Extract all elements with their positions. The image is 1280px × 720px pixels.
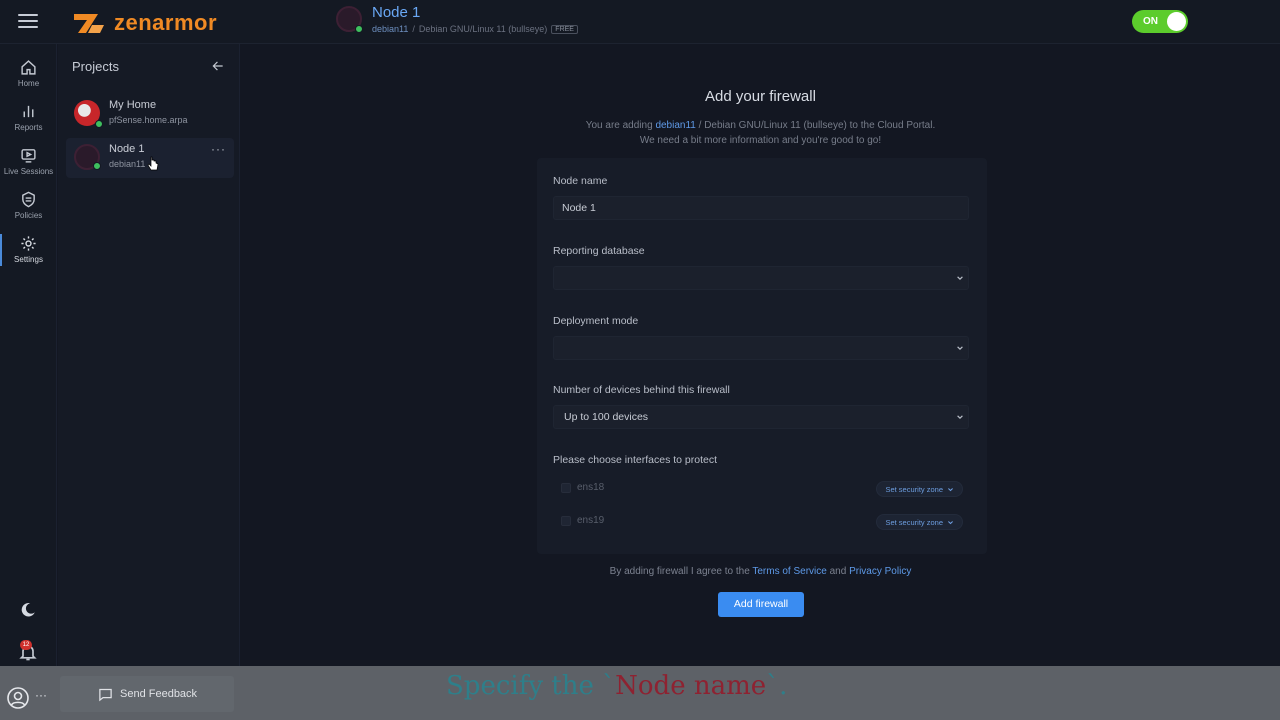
privacy-policy-link[interactable]: Privacy Policy <box>849 566 911 577</box>
add-firewall-button[interactable]: Add firewall <box>718 592 804 617</box>
chevron-down-icon <box>948 520 953 524</box>
desc-line-2: We need a bit more information and you'r… <box>639 135 882 146</box>
send-feedback-button[interactable]: Send Feedback <box>60 676 234 712</box>
interface-name: ens19 <box>577 515 605 526</box>
set-security-zone-button[interactable]: Set security zone <box>876 514 963 530</box>
gear-icon <box>21 236 36 251</box>
interface-row-ens19: ens19 Set security zone <box>553 511 969 533</box>
zone-button-label: Set security zone <box>885 517 943 527</box>
deployment-mode-label: Deployment mode <box>553 315 639 327</box>
form-title: Add your firewall <box>705 88 816 105</box>
agree-and: and <box>826 566 850 577</box>
desc-prefix: You are adding <box>585 120 656 131</box>
rail-label-reports: Reports <box>14 123 43 132</box>
rail-item-settings[interactable]: Settings <box>0 235 57 264</box>
node-avatar <box>336 6 363 33</box>
online-status-dot <box>355 25 363 33</box>
user-account-icon[interactable] <box>6 686 30 710</box>
play-screen-icon <box>21 149 36 163</box>
project-name: My Home <box>109 99 157 111</box>
interface-checkbox[interactable] <box>561 516 571 526</box>
hamburger-menu-icon[interactable] <box>18 14 38 30</box>
debian-avatar <box>74 144 101 170</box>
chevron-down-icon <box>957 346 963 351</box>
terms-of-service-link[interactable]: Terms of Service <box>752 566 826 577</box>
rail-item-reports[interactable]: Reports <box>0 103 57 132</box>
form-description: You are adding debian11 / Debian GNU/Lin… <box>241 118 1280 148</box>
main-content: Add your firewall You are adding debian1… <box>241 44 1280 666</box>
interface-name: ens18 <box>577 482 605 493</box>
brand-logo[interactable]: zenarmor <box>72 10 217 36</box>
chevron-down-icon <box>957 276 963 281</box>
user-more-icon[interactable]: ··· <box>35 688 47 702</box>
power-toggle[interactable]: ON <box>1132 10 1188 33</box>
rail-label-live-sessions: Live Sessions <box>3 167 54 176</box>
interfaces-label: Please choose interfaces to protect <box>553 454 718 466</box>
devices-count-value: Up to 100 devices <box>564 411 649 423</box>
pfsense-avatar <box>74 100 103 128</box>
shield-icon <box>22 191 35 208</box>
rail-item-policies[interactable]: Policies <box>0 191 57 220</box>
top-bar: zenarmor Node 1 debian11 / Debian GNU/Li… <box>0 0 1280 44</box>
node-hostname: debian11 <box>372 24 409 34</box>
rail-label-policies: Policies <box>14 211 43 220</box>
node-separator: / <box>412 24 415 34</box>
set-security-zone-button[interactable]: Set security zone <box>876 481 963 497</box>
caption-prefix: Specify the ` <box>446 671 616 701</box>
node-os: Debian GNU/Linux 11 (bullseye) <box>418 24 548 34</box>
dark-mode-moon-icon[interactable] <box>19 601 37 619</box>
left-navigation-rail: Home Reports Live Sessions Policies Sett… <box>0 44 57 666</box>
online-status-dot <box>93 162 101 170</box>
devices-count-select[interactable]: Up to 100 devices <box>553 405 969 429</box>
projects-title: Projects <box>72 59 119 74</box>
toggle-knob <box>1167 12 1186 31</box>
reporting-database-select[interactable] <box>553 266 969 290</box>
rail-label-home: Home <box>17 79 40 88</box>
node-title: Node 1 <box>372 4 421 21</box>
app-window: zenarmor Node 1 debian11 / Debian GNU/Li… <box>0 0 1280 720</box>
agree-prefix: By adding firewall I agree to the <box>609 566 753 577</box>
mouse-pointer-icon <box>147 156 159 171</box>
project-name: Node 1 <box>109 143 145 155</box>
node-subtitle: debian11 / Debian GNU/Linux 11 (bullseye… <box>372 24 578 34</box>
notifications-count-badge: 12 <box>20 640 32 650</box>
node-name-label: Node name <box>553 175 608 187</box>
interface-checkbox[interactable] <box>561 483 571 493</box>
online-status-dot <box>95 120 103 128</box>
zenarmor-logo-icon <box>74 14 104 33</box>
caption-highlight: Node name <box>615 671 767 701</box>
deployment-mode-select[interactable] <box>553 336 969 360</box>
projects-panel: Projects My Home pfSense.home.arpa Node … <box>58 44 240 666</box>
rail-label-settings: Settings <box>14 255 43 264</box>
chat-bubble-icon <box>99 688 112 702</box>
desc-middle: / Debian GNU/Linux 11 (bullseye) to the … <box>695 120 936 131</box>
project-host: pfSense.home.arpa <box>109 115 188 125</box>
caption-suffix: `. <box>766 671 788 701</box>
chevron-down-icon <box>948 487 953 491</box>
add-firewall-form: Node name Node 1 Reporting database Depl… <box>537 158 987 554</box>
node-name-input[interactable]: Node 1 <box>553 196 969 220</box>
more-options-icon[interactable]: ··· <box>211 143 226 155</box>
collapse-arrow-left-icon[interactable] <box>211 59 225 73</box>
reporting-database-label: Reporting database <box>553 245 645 257</box>
tutorial-caption: Specify the `Node name`. <box>446 671 787 701</box>
desc-hostname: debian11 <box>655 120 696 131</box>
toggle-label: ON <box>1143 16 1158 27</box>
devices-count-label: Number of devices behind this firewall <box>553 384 730 396</box>
send-feedback-label: Send Feedback <box>120 688 198 700</box>
current-node-header[interactable]: Node 1 debian11 / Debian GNU/Linux 11 (b… <box>336 4 578 34</box>
project-item-my-home[interactable]: My Home pfSense.home.arpa <box>66 94 234 134</box>
brand-name: zenarmor <box>114 10 218 35</box>
interface-row-ens18: ens18 Set security zone <box>553 478 969 500</box>
bottom-bar: ··· Send Feedback Specify the `Node name… <box>0 666 1280 720</box>
plan-badge: FREE <box>551 24 578 34</box>
home-icon <box>21 60 36 75</box>
zone-button-label: Set security zone <box>885 484 943 494</box>
rail-item-live-sessions[interactable]: Live Sessions <box>0 147 57 176</box>
bar-chart-icon <box>23 105 34 118</box>
chevron-down-icon <box>957 415 963 420</box>
rail-item-home[interactable]: Home <box>0 59 57 88</box>
project-host: debian11 <box>109 159 146 169</box>
agreement-text: By adding firewall I agree to the Terms … <box>241 566 1280 577</box>
